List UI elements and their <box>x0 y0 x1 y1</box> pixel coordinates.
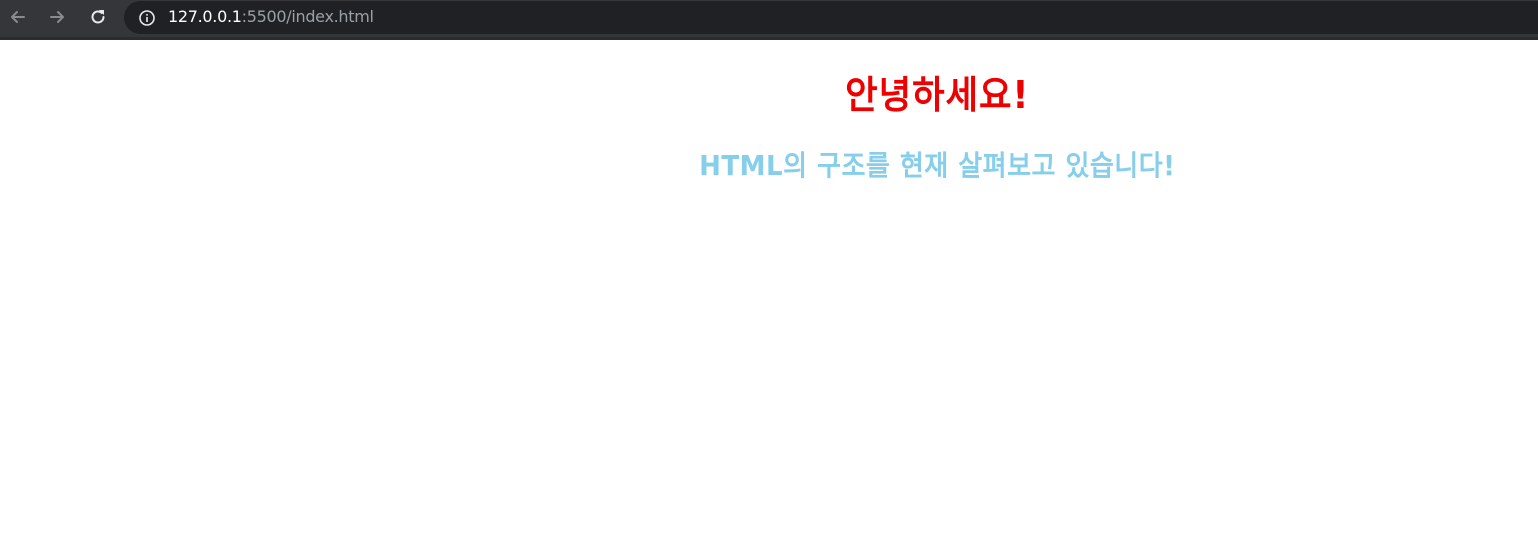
browser-toolbar: 127.0.0.1:5500/index.html <box>0 0 1538 40</box>
arrow-left-icon <box>8 7 28 27</box>
url-text[interactable]: 127.0.0.1:5500/index.html <box>168 7 374 27</box>
info-icon[interactable] <box>138 9 156 27</box>
forward-button[interactable] <box>43 4 71 30</box>
arrow-right-icon <box>47 7 67 27</box>
back-button[interactable] <box>4 4 32 30</box>
url-host: 127.0.0.1 <box>168 7 242 26</box>
page-heading: 안녕하세요! <box>845 73 1030 117</box>
page-subheading: HTML의 구조를 현재 살펴보고 있습니다! <box>699 149 1176 182</box>
reload-icon <box>88 7 108 27</box>
url-path: :5500/index.html <box>241 7 374 26</box>
address-bar[interactable]: 127.0.0.1:5500/index.html <box>124 1 1538 34</box>
reload-button[interactable] <box>84 4 112 30</box>
page-content: 안녕하세요! HTML의 구조를 현재 살펴보고 있습니다! <box>0 40 1538 539</box>
